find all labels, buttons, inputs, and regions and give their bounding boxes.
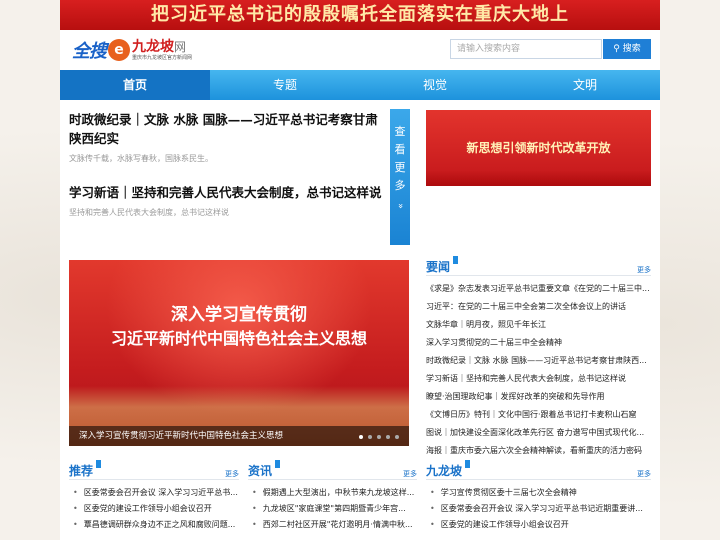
- logo-subtitle: 重庆市九龙坡区官方新闻网: [132, 54, 193, 61]
- header: 全搜 e 九龙坡网 重庆市九龙坡区官方新闻网 请输入搜索内容 ⚲ 搜索: [60, 30, 660, 70]
- hero-title-line1: 深入学习宣传贯彻: [171, 305, 307, 325]
- carousel-dot[interactable]: [368, 435, 372, 439]
- list-item[interactable]: 《文博日历》特刊｜文化中国行·跟着总书记打卡麦积山石窟: [426, 406, 651, 424]
- headline-title[interactable]: 时政微纪录｜文脉 水脉 国脉——习近平总书记考察甘肃陕西纪实: [69, 110, 384, 148]
- jiulongpo-title: 九龙坡: [426, 460, 471, 479]
- yaowen-header: 要闻 更多: [426, 256, 651, 276]
- carousel-dots: [359, 435, 399, 439]
- list-item[interactable]: 区委党的建设工作领导小组会议召开: [69, 501, 244, 517]
- hero-title-line2: 习近平新时代中国特色社会主义思想: [110, 329, 367, 348]
- carousel-dot[interactable]: [377, 435, 381, 439]
- view-more-tab[interactable]: 查 看 更 多 »: [390, 109, 410, 245]
- tuijian-title: 推荐: [69, 460, 102, 479]
- view-more-char: 看: [394, 143, 406, 156]
- nav-topics[interactable]: 专题: [210, 70, 360, 100]
- search-button-label: 搜索: [622, 44, 641, 54]
- list-item[interactable]: 文脉华章｜明月夜，照见千年长江: [426, 316, 651, 334]
- search-icon: ⚲: [613, 44, 620, 54]
- headline-title[interactable]: 学习新语｜坚持和完善人民代表大会制度，总书记这样说: [69, 183, 384, 202]
- logo-name: 九龙坡网: [132, 40, 192, 54]
- carousel-dot[interactable]: [395, 435, 399, 439]
- list-item[interactable]: 时政微纪录｜文脉 水脉 国脉——习近平总书记考察甘肃陕西...: [426, 352, 651, 370]
- carousel-dot[interactable]: [386, 435, 390, 439]
- zixun-list: 假期遇上大型演出，中秋节来九龙坡这样... 九龙坡区"家庭课堂"第四期暨青少年宫…: [248, 485, 420, 533]
- zixun-title: 资讯: [248, 460, 281, 479]
- jiulongpo-header: 九龙坡 更多: [426, 460, 651, 480]
- headline-item: 学习新语｜坚持和完善人民代表大会制度，总书记这样说 坚持和完善人民代表大会制度，…: [69, 183, 384, 218]
- promo-banner[interactable]: 新思想引领新时代改革开放: [426, 110, 651, 186]
- logo-name-wang: 网: [174, 39, 187, 54]
- nav-home[interactable]: 首页: [60, 70, 210, 100]
- yaowen-more-link[interactable]: 更多: [637, 265, 651, 275]
- page-container: 全搜 e 九龙坡网 重庆市九龙坡区官方新闻网 请输入搜索内容 ⚲ 搜索 首页 专…: [60, 30, 660, 540]
- search-input[interactable]: 请输入搜索内容: [450, 39, 602, 59]
- yaowen-title: 要闻: [426, 256, 459, 275]
- list-item[interactable]: 《求是》杂志发表习近平总书记重要文章《在党的二十届三中...: [426, 280, 651, 298]
- hero-caption[interactable]: 深入学习宣传贯彻习近平新时代中国特色社会主义思想: [69, 426, 409, 446]
- tuijian-header: 推荐 更多: [69, 460, 239, 480]
- list-item[interactable]: 学习宣传贯彻区委十三届七次全会精神: [426, 485, 651, 501]
- tuijian-more-link[interactable]: 更多: [225, 469, 239, 479]
- list-item[interactable]: 深入学习贯彻党的二十届三中全会精神: [426, 334, 651, 352]
- main-nav: 首页 专题 视觉 文明: [60, 70, 660, 100]
- search-button[interactable]: ⚲ 搜索: [603, 39, 651, 59]
- list-item[interactable]: 九龙坡区"家庭课堂"第四期暨青少年宫...: [248, 501, 420, 517]
- nav-civilization[interactable]: 文明: [510, 70, 660, 100]
- headlines: 时政微纪录｜文脉 水脉 国脉——习近平总书记考察甘肃陕西纪实 文脉传千载，水脉写…: [69, 110, 384, 218]
- jiulongpo-list: 学习宣传贯彻区委十三届七次全会精神 区委常委会召开会议 深入学习习近平总书记近期…: [426, 485, 651, 533]
- yaowen-list: 《求是》杂志发表习近平总书记重要文章《在党的二十届三中... 习近平：在党的二十…: [426, 280, 651, 460]
- view-more-char: 查: [394, 125, 406, 138]
- view-more-char: 更: [394, 161, 406, 174]
- nav-visual[interactable]: 视觉: [360, 70, 510, 100]
- list-item[interactable]: 西郊二村社区开展"花灯邀明月·情满中秋...: [248, 517, 420, 533]
- tuijian-list: 区委常委会召开会议 深入学习习近平总书... 区委党的建设工作领导小组会议召开 …: [69, 485, 244, 533]
- zixun-header: 资讯 更多: [248, 460, 417, 480]
- logo-text: 九龙坡网 重庆市九龙坡区官方新闻网: [132, 40, 192, 61]
- list-item[interactable]: 区委常委会召开会议 深入学习习近平总书记近期重要讲...: [426, 501, 651, 517]
- list-item[interactable]: 区委常委会召开会议 深入学习习近平总书...: [69, 485, 244, 501]
- headline-summary: 坚持和完善人民代表大会制度，总书记这样说: [69, 208, 229, 217]
- zixun-more-link[interactable]: 更多: [403, 469, 417, 479]
- headline-summary: 文脉传千载，水脉写春秋，国脉系民生。: [69, 154, 213, 163]
- list-item[interactable]: 瞭望·治国理政纪事｜发挥好改革的突破和先导作用: [426, 388, 651, 406]
- carousel-dot[interactable]: [359, 435, 363, 439]
- site-logo[interactable]: 全搜 e 九龙坡网 重庆市九龙坡区官方新闻网: [72, 37, 192, 63]
- jiulongpo-more-link[interactable]: 更多: [637, 469, 651, 479]
- list-item[interactable]: 习近平：在党的二十届三中全会第二次全体会议上的讲话: [426, 298, 651, 316]
- headline-item: 时政微纪录｜文脉 水脉 国脉——习近平总书记考察甘肃陕西纪实 文脉传千载，水脉写…: [69, 110, 384, 164]
- double-chevron-down-icon: »: [395, 203, 405, 209]
- list-item[interactable]: 假期遇上大型演出，中秋节来九龙坡这样...: [248, 485, 420, 501]
- list-item[interactable]: 图说｜加快建设全面深化改革先行区 奋力谱写中国式现代化...: [426, 424, 651, 442]
- logo-name-main: 九龙坡: [132, 38, 174, 55]
- top-banner[interactable]: 把习近平总书记的殷殷嘱托全面落实在重庆大地上: [60, 0, 660, 30]
- list-item[interactable]: 海报｜重庆市委六届六次全会精神解读，看新重庆的活力密码: [426, 442, 651, 460]
- list-item[interactable]: 覃昌德调研群众身边不正之风和腐败问题...: [69, 517, 244, 533]
- logo-e-icon: e: [108, 39, 130, 61]
- list-item[interactable]: 学习新语｜坚持和完善人民代表大会制度，总书记这样说: [426, 370, 651, 388]
- logo-quansou: 全搜: [72, 41, 107, 62]
- view-more-char: 多: [394, 179, 406, 192]
- hero-carousel[interactable]: 深入学习宣传贯彻 习近平新时代中国特色社会主义思想 深入学习宣传贯彻习近平新时代…: [69, 260, 409, 446]
- list-item[interactable]: 区委党的建设工作领导小组会议召开: [426, 517, 651, 533]
